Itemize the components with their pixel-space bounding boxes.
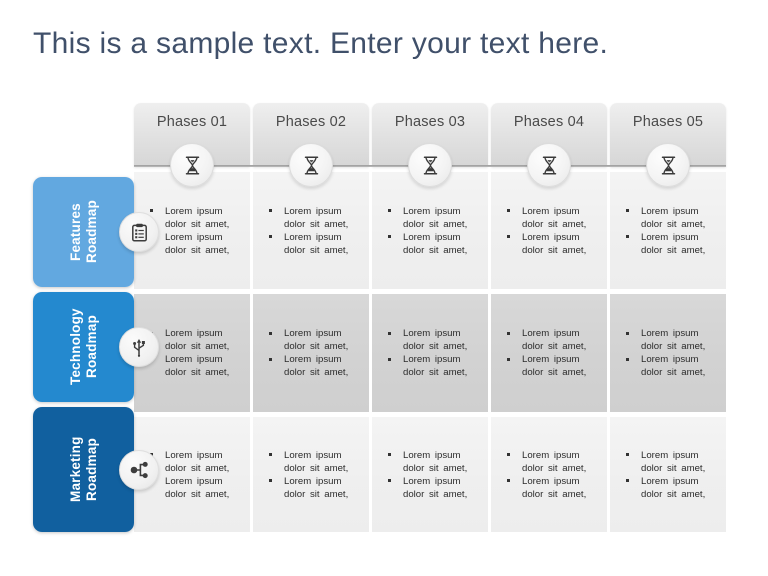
roadmap-cell[interactable]: Lorem ipsum dolor sit amet, Lorem ipsum d… [253, 294, 369, 412]
roadmap-grid: Lorem ipsum dolor sit amet, Lorem ipsum d… [134, 172, 726, 532]
cell-bullet-list: Lorem ipsum dolor sit amet, Lorem ipsum d… [507, 327, 597, 379]
roadmap-cell[interactable]: Lorem ipsum dolor sit amet, Lorem ipsum d… [253, 417, 369, 532]
list-item: Lorem ipsum dolor sit amet, [269, 205, 359, 231]
share-nodes-icon [119, 449, 159, 490]
category-bar-label: Technology Roadmap [67, 308, 99, 386]
roadmap-cell[interactable]: Lorem ipsum dolor sit amet, Lorem ipsum d… [610, 417, 726, 532]
list-item: Lorem ipsum dolor sit amet, [626, 327, 716, 353]
hourglass-icon [408, 143, 452, 187]
list-item: Lorem ipsum dolor sit amet, [507, 475, 597, 501]
list-item: Lorem ipsum dolor sit amet, [150, 475, 240, 501]
list-item: Lorem ipsum dolor sit amet, [150, 205, 240, 231]
cell-bullet-list: Lorem ipsum dolor sit amet, Lorem ipsum d… [269, 205, 359, 257]
list-item: Lorem ipsum dolor sit amet, [150, 231, 240, 257]
cell-bullet-list: Lorem ipsum dolor sit amet, Lorem ipsum d… [626, 205, 716, 257]
category-bar-label: Marketing Roadmap [67, 436, 99, 503]
cell-bullet-list: Lorem ipsum dolor sit amet, Lorem ipsum d… [269, 327, 359, 379]
hourglass-icon [527, 143, 571, 187]
hourglass-icon [170, 143, 214, 187]
list-item: Lorem ipsum dolor sit amet, [269, 327, 359, 353]
roadmap-cell[interactable]: Lorem ipsum dolor sit amet, Lorem ipsum d… [610, 172, 726, 289]
phase-header-label: Phases 04 [513, 114, 585, 130]
list-item: Lorem ipsum dolor sit amet, [507, 353, 597, 379]
list-item: Lorem ipsum dolor sit amet, [507, 205, 597, 231]
phase-header-label: Phases 03 [394, 114, 466, 130]
list-item: Lorem ipsum dolor sit amet, [388, 353, 478, 379]
cell-bullet-list: Lorem ipsum dolor sit amet, Lorem ipsum d… [626, 327, 716, 379]
phase-header-label: Phases 02 [275, 114, 347, 130]
cell-bullet-list: Lorem ipsum dolor sit amet, Lorem ipsum d… [388, 449, 478, 501]
list-item: Lorem ipsum dolor sit amet, [269, 475, 359, 501]
list-item: Lorem ipsum dolor sit amet, [150, 353, 240, 379]
list-item: Lorem ipsum dolor sit amet, [388, 475, 478, 501]
cell-bullet-list: Lorem ipsum dolor sit amet, Lorem ipsum d… [150, 327, 240, 379]
hourglass-icon [289, 143, 333, 187]
phase-header-label: Phases 01 [156, 114, 228, 130]
cell-bullet-list: Lorem ipsum dolor sit amet, Lorem ipsum d… [507, 449, 597, 501]
roadmap-cell[interactable]: Lorem ipsum dolor sit amet, Lorem ipsum d… [491, 172, 607, 289]
cell-bullet-list: Lorem ipsum dolor sit amet, Lorem ipsum d… [388, 205, 478, 257]
roadmap-cell[interactable]: Lorem ipsum dolor sit amet, Lorem ipsum d… [372, 172, 488, 289]
list-item: Lorem ipsum dolor sit amet, [269, 231, 359, 257]
list-item: Lorem ipsum dolor sit amet, [626, 449, 716, 475]
list-item: Lorem ipsum dolor sit amet, [507, 327, 597, 353]
hourglass-icon [646, 143, 690, 187]
cell-bullet-list: Lorem ipsum dolor sit amet, Lorem ipsum d… [507, 205, 597, 257]
category-bar-label: Features Roadmap [67, 200, 99, 264]
roadmap-cell[interactable]: Lorem ipsum dolor sit amet, Lorem ipsum d… [253, 172, 369, 289]
usb-icon [119, 327, 159, 367]
phase-header-label: Phases 05 [632, 114, 704, 130]
list-item: Lorem ipsum dolor sit amet, [388, 205, 478, 231]
list-item: Lorem ipsum dolor sit amet, [626, 475, 716, 501]
list-item: Lorem ipsum dolor sit amet, [626, 231, 716, 257]
roadmap-cell[interactable]: Lorem ipsum dolor sit amet, Lorem ipsum d… [372, 294, 488, 412]
list-item: Lorem ipsum dolor sit amet, [388, 327, 478, 353]
list-item: Lorem ipsum dolor sit amet, [388, 231, 478, 257]
cell-bullet-list: Lorem ipsum dolor sit amet, Lorem ipsum d… [150, 205, 240, 257]
roadmap-cell[interactable]: Lorem ipsum dolor sit amet, Lorem ipsum d… [491, 294, 607, 412]
category-bars: Features Roadmap Technology Roadmap Market… [33, 177, 159, 533]
list-item: Lorem ipsum dolor sit amet, [626, 353, 716, 379]
list-item: Lorem ipsum dolor sit amet, [269, 353, 359, 379]
roadmap-diagram: Phases 01 Phases 02 Phases 03 Phases 04 Phas… [0, 0, 768, 576]
list-item: Lorem ipsum dolor sit amet, [507, 449, 597, 475]
cell-bullet-list: Lorem ipsum dolor sit amet, Lorem ipsum d… [150, 449, 240, 501]
list-item: Lorem ipsum dolor sit amet, [626, 205, 716, 231]
cell-bullet-list: Lorem ipsum dolor sit amet, Lorem ipsum d… [388, 327, 478, 379]
list-item: Lorem ipsum dolor sit amet, [150, 449, 240, 475]
roadmap-cell[interactable]: Lorem ipsum dolor sit amet, Lorem ipsum d… [610, 294, 726, 412]
roadmap-cell[interactable]: Lorem ipsum dolor sit amet, Lorem ipsum d… [372, 417, 488, 532]
list-item: Lorem ipsum dolor sit amet, [269, 449, 359, 475]
cell-bullet-list: Lorem ipsum dolor sit amet, Lorem ipsum d… [269, 449, 359, 501]
cell-bullet-list: Lorem ipsum dolor sit amet, Lorem ipsum d… [626, 449, 716, 501]
list-item: Lorem ipsum dolor sit amet, [388, 449, 478, 475]
roadmap-cell[interactable]: Lorem ipsum dolor sit amet, Lorem ipsum d… [491, 417, 607, 532]
list-item: Lorem ipsum dolor sit amet, [150, 327, 240, 353]
list-item: Lorem ipsum dolor sit amet, [507, 231, 597, 257]
clipboard-icon [119, 212, 159, 252]
